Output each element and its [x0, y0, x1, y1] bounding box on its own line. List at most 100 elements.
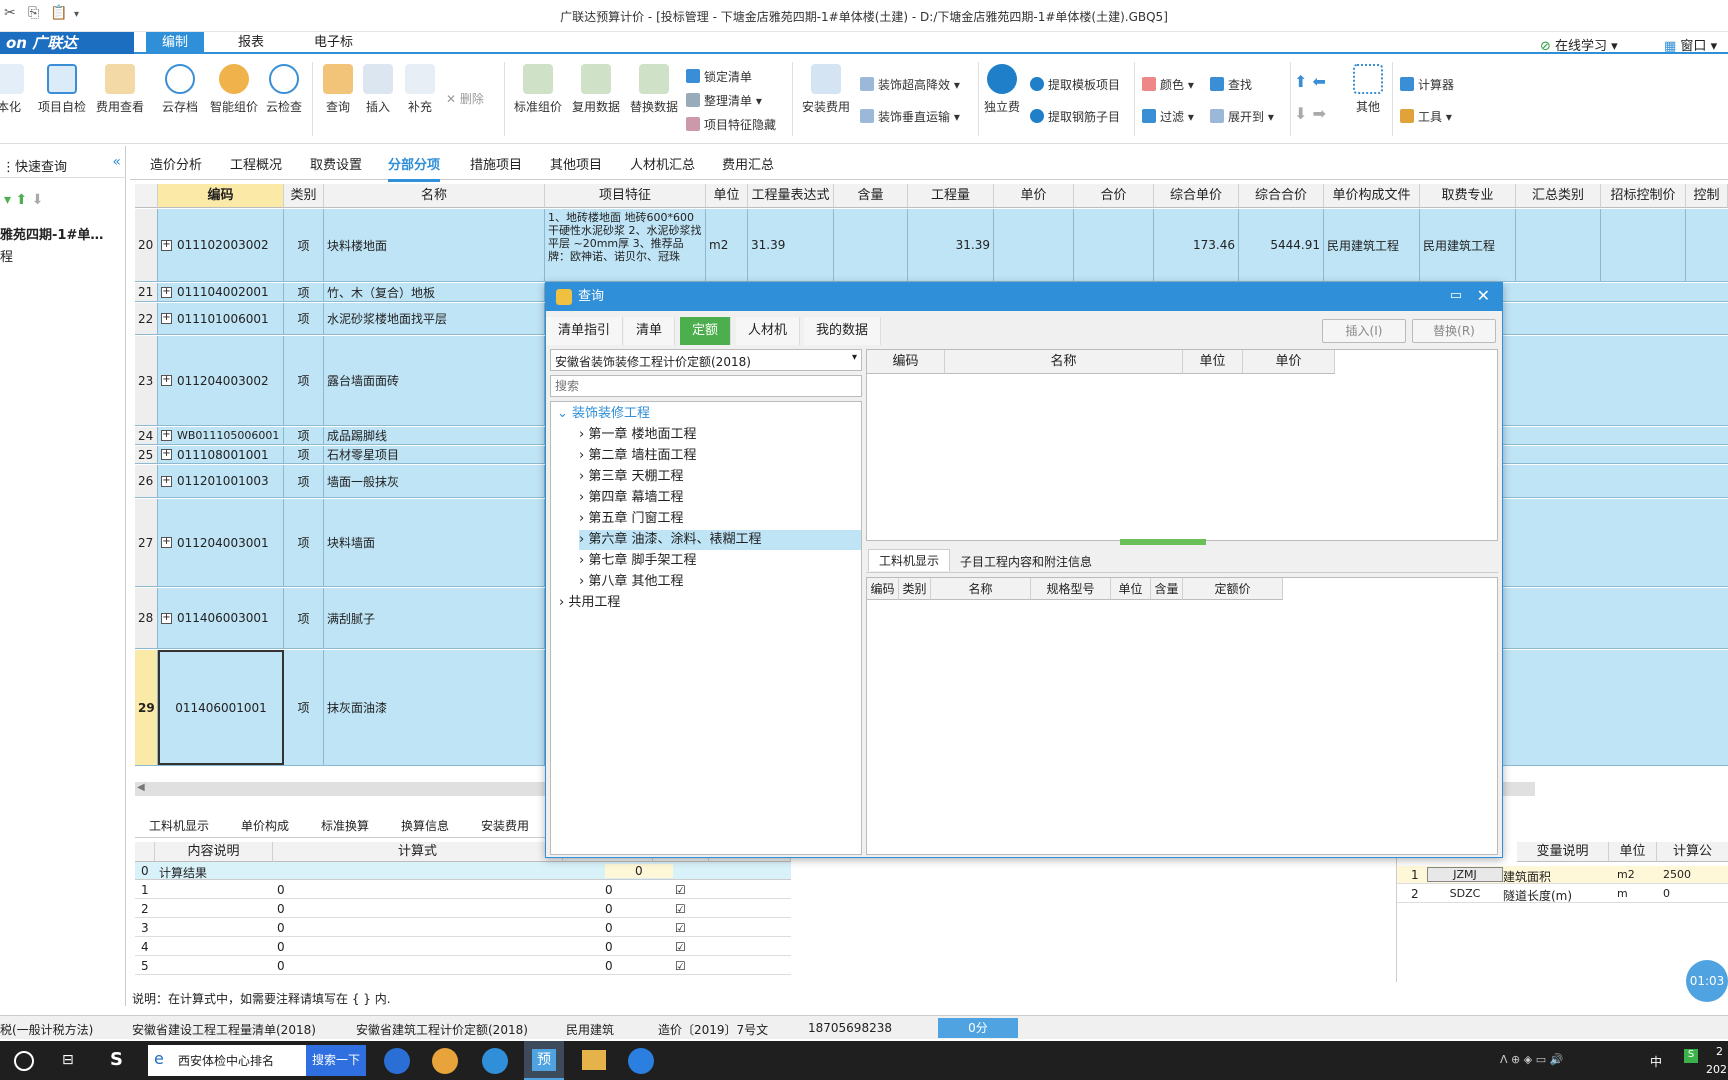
hide-features-button[interactable]: 项目特征隐藏: [686, 116, 776, 133]
delete-button[interactable]: ✕ 删除: [446, 90, 484, 107]
status-score[interactable]: 0分: [938, 1018, 1018, 1038]
row-name[interactable]: 成品踢脚线: [324, 427, 545, 444]
tree-chapter-7[interactable]: › 第七章 脚手架工程: [579, 551, 696, 571]
calc-row[interactable]: 4 0 0 ☑: [135, 938, 791, 956]
tab-install-fee[interactable]: 安装费用: [481, 817, 529, 834]
color-button[interactable]: 颜色 ▾: [1142, 76, 1194, 93]
extract-rebar-button[interactable]: 提取钢筋子目: [1030, 108, 1120, 125]
tools-button[interactable]: 工具 ▾: [1400, 108, 1452, 125]
row-name[interactable]: 满刮腻子: [324, 588, 545, 648]
tab-material-summary[interactable]: 人材机汇总: [630, 154, 695, 173]
grid-header-category[interactable]: 汇总类别: [1516, 184, 1601, 208]
table-row[interactable]: 20 +011102003002 项 块料楼地面 1、地砖楼地面 地砖600*6…: [135, 209, 1728, 282]
menu-tab-report[interactable]: 报表: [222, 32, 280, 54]
cloud-archive-button[interactable]: 云存档: [158, 64, 202, 115]
row-name[interactable]: 石材零星项目: [324, 446, 545, 463]
checkbox-icon[interactable]: ☑: [675, 959, 686, 973]
checkbox-icon[interactable]: ☑: [675, 902, 686, 916]
tab-standard-convert[interactable]: 标准换算: [321, 817, 369, 834]
var-code[interactable]: SDZC: [1427, 887, 1503, 900]
grid-header-unit[interactable]: 单位: [706, 184, 748, 208]
ie-icon[interactable]: [482, 1048, 508, 1074]
row-expr[interactable]: 31.39: [748, 209, 834, 281]
var-value[interactable]: 0: [1663, 887, 1670, 900]
dialog-tab-guide[interactable]: 清单指引: [546, 317, 624, 345]
tree-chapter-2[interactable]: › 第二章 墙柱面工程: [579, 446, 696, 466]
reuse-data-button[interactable]: 复用数据: [568, 64, 624, 115]
grid-header-expr[interactable]: 工程量表达式: [748, 184, 834, 208]
calc-row[interactable]: 3 0 0 ☑: [135, 919, 791, 937]
taskbar-search-input[interactable]: e 西安体检中心排名: [148, 1045, 306, 1076]
quota-select[interactable]: 安徽省装饰装修工程计价定额(2018) ▾: [550, 349, 862, 371]
tab-convert-info[interactable]: 换算信息: [401, 817, 449, 834]
maximize-icon[interactable]: ▭: [1450, 288, 1462, 303]
dialog-tab-list[interactable]: 清单: [624, 317, 676, 345]
grid-header-control[interactable]: 控制: [1686, 184, 1728, 208]
expand-icon[interactable]: +: [161, 430, 172, 441]
row-code[interactable]: +011204003001: [158, 499, 284, 586]
tab-cost-analysis[interactable]: 造价分析: [150, 154, 202, 173]
start-icon[interactable]: [14, 1051, 34, 1071]
var-code[interactable]: JZMJ: [1427, 867, 1503, 882]
row-code[interactable]: +011101006001: [158, 303, 284, 334]
move-arrows-icon[interactable]: ▾ ⬆ ⬇: [4, 192, 43, 208]
tab-cost-summary[interactable]: 费用汇总: [722, 154, 774, 173]
row-name[interactable]: 抹灰面油漆: [324, 650, 545, 765]
ribbon-button-0[interactable]: 本化: [0, 64, 24, 115]
tree-chapter-3[interactable]: › 第三章 天棚工程: [579, 467, 683, 487]
row-name[interactable]: 水泥砂浆楼地面找平层: [324, 303, 545, 334]
expand-icon[interactable]: +: [161, 537, 172, 548]
online-learn-button[interactable]: ⊘ 在线学习 ▾: [1540, 35, 1618, 54]
expand-to-button[interactable]: 展开到 ▾: [1210, 108, 1274, 125]
task-view-icon[interactable]: ⊟: [62, 1052, 74, 1068]
project-tree-item[interactable]: 雅苑四期-1#单…: [0, 224, 103, 243]
row-file[interactable]: 民用建筑工程: [1324, 209, 1420, 281]
arrow-up-icon[interactable]: ⬆ ⬅: [1294, 72, 1326, 91]
vertical-transport-button[interactable]: 装饰垂直运输 ▾: [860, 108, 960, 125]
dialog-tab-material[interactable]: 人材机: [736, 317, 801, 345]
row-code[interactable]: +011201001003: [158, 465, 284, 497]
checkbox-icon[interactable]: ☑: [675, 940, 686, 954]
menu-tab-edit[interactable]: 编制: [146, 32, 205, 54]
row-code[interactable]: +011204003002: [158, 336, 284, 425]
tab-measures[interactable]: 措施项目: [470, 154, 522, 173]
expand-icon[interactable]: +: [161, 286, 172, 298]
tab-project-overview[interactable]: 工程概况: [230, 154, 282, 173]
arrow-down-icon[interactable]: ⬇ ➡: [1294, 104, 1326, 123]
height-reduce-button[interactable]: 装饰超高降效 ▾: [860, 76, 960, 93]
dialog-tab-quota[interactable]: 定额: [680, 317, 732, 345]
tab-sub-items[interactable]: 分部分项: [388, 154, 441, 182]
calc-row-formula[interactable]: 0: [277, 940, 285, 954]
smart-price-button[interactable]: 智能组价: [206, 64, 262, 115]
cost-view-button[interactable]: 费用查看: [92, 64, 148, 115]
var-row[interactable]: 1 JZMJ 建筑面积 m2 2500: [1397, 866, 1728, 884]
grid-header-unit-price[interactable]: 综合单价: [1154, 184, 1239, 208]
row-code[interactable]: +011108001001: [158, 446, 284, 463]
grid-header-comp-total[interactable]: 综合合价: [1239, 184, 1324, 208]
grid-header-name[interactable]: 名称: [324, 184, 545, 208]
grid-header-control-price[interactable]: 招标控制价: [1601, 184, 1686, 208]
chrome-icon[interactable]: [432, 1048, 458, 1074]
standard-price-button[interactable]: 标准组价: [510, 64, 566, 115]
calculator-button[interactable]: 计算器: [1400, 76, 1454, 93]
sub-tab-content[interactable]: 子目工程内容和附注信息: [960, 553, 1092, 570]
project-check-button[interactable]: 项目自检: [34, 64, 90, 115]
grid-header-type[interactable]: 类别: [284, 184, 324, 208]
organize-list-button[interactable]: 整理清单 ▾: [686, 92, 762, 109]
install-cost-button[interactable]: 安装费用: [798, 64, 854, 115]
row-code[interactable]: +011406003001: [158, 588, 284, 648]
grid-header-code[interactable]: 编码: [158, 184, 284, 208]
expand-icon[interactable]: +: [161, 475, 172, 487]
tree-chapter-6[interactable]: › 第六章 油漆、涂料、裱糊工程: [579, 530, 861, 550]
insert-button[interactable]: 插入(I): [1322, 319, 1406, 343]
grid-header-file[interactable]: 单价构成文件: [1324, 184, 1420, 208]
grid-header-feature[interactable]: 项目特征: [545, 184, 706, 208]
calc-row-formula[interactable]: 0: [277, 959, 285, 973]
other-button[interactable]: 其他: [1350, 64, 1386, 115]
calc-row[interactable]: 0 计算结果 0: [135, 862, 791, 880]
folder-icon[interactable]: [582, 1050, 606, 1070]
quick-query-tab[interactable]: ⋮快速查询: [0, 146, 126, 178]
search-input[interactable]: [550, 375, 862, 397]
calc-row-formula[interactable]: 0: [277, 883, 285, 897]
calc-row-formula[interactable]: 0: [277, 902, 285, 916]
